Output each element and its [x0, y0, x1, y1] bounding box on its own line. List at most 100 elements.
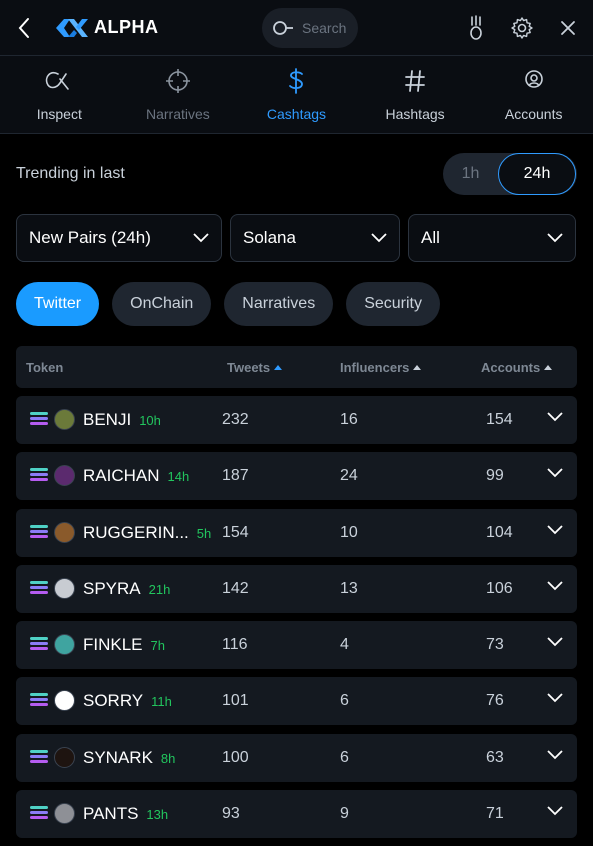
expand-chevron-icon[interactable]: [547, 524, 563, 535]
search-placeholder: Search: [302, 19, 347, 36]
influencers-count: 10: [340, 523, 358, 541]
brand-logo[interactable]: ALPHA: [54, 16, 159, 40]
token-name: SYNARK: [83, 747, 153, 767]
accounts-count: 63: [486, 748, 504, 766]
tab-hashtags[interactable]: Hashtags: [356, 56, 475, 133]
token-age: 10h: [139, 413, 161, 428]
influencers-count: 6: [340, 692, 349, 710]
col-tweets[interactable]: Tweets: [227, 359, 283, 375]
hand-icon[interactable]: [463, 14, 489, 41]
pill-onchain[interactable]: OnChain: [112, 282, 212, 326]
account-icon: [523, 68, 545, 94]
table-row[interactable]: SORRY 11h 101 6 76: [16, 677, 577, 726]
tab-inspect[interactable]: Inspect: [0, 56, 119, 133]
close-icon[interactable]: [555, 15, 581, 41]
table-row[interactable]: RAICHAN 14h 187 24 99: [16, 452, 577, 501]
tweets-count: 154: [222, 523, 249, 541]
back-icon[interactable]: [12, 16, 36, 40]
accounts-count: 154: [486, 411, 513, 428]
expand-chevron-icon[interactable]: [547, 468, 563, 478]
chain-select[interactable]: Solana: [230, 214, 400, 262]
chevron-down-icon: [547, 233, 563, 243]
expand-chevron-icon[interactable]: [547, 637, 563, 647]
token-age: 7h: [150, 638, 165, 654]
expand-chevron-icon[interactable]: [547, 412, 563, 422]
accounts-count: 71: [486, 805, 504, 823]
top-bar: ALPHA Search: [0, 0, 593, 56]
token-age: 13h: [146, 807, 169, 823]
solana-icon: [30, 468, 48, 482]
expand-chevron-icon[interactable]: [547, 693, 563, 703]
token-avatar: [54, 746, 75, 768]
tab-narratives[interactable]: Narratives: [119, 56, 238, 133]
chain-value: Solana: [243, 228, 296, 247]
timeframe-1h[interactable]: 1h: [443, 153, 498, 195]
token-name: SPYRA: [83, 578, 141, 598]
tweets-count: 101: [222, 692, 249, 710]
tab-accounts[interactable]: Accounts: [474, 56, 593, 133]
col-token-label: Token: [26, 359, 64, 375]
token-name: RAICHAN: [83, 466, 160, 486]
col-influencers[interactable]: Influencers: [340, 360, 422, 375]
tab-label: Cashtags: [266, 105, 327, 122]
pill-security[interactable]: Security: [346, 282, 440, 326]
influencers-count: 6: [340, 748, 349, 766]
tweets-count: 142: [222, 579, 249, 597]
token-name: FINKLE: [83, 635, 143, 655]
search-icon: [273, 20, 293, 35]
pair-type-select[interactable]: New Pairs (24h): [16, 214, 222, 262]
accounts-count: 99: [486, 467, 504, 485]
token-age: 8h: [160, 750, 176, 766]
solana-icon: [30, 580, 48, 594]
token-age: 5h: [196, 525, 212, 541]
table-header: Token Tweets Influencers Accounts: [16, 346, 577, 388]
influencers-count: 4: [340, 636, 349, 654]
solana-icon: [30, 749, 48, 763]
influencers-count: 16: [340, 411, 358, 428]
token-name: PANTS: [83, 804, 139, 824]
chevron-down-icon: [193, 233, 209, 243]
col-accounts-label: Accounts: [481, 359, 541, 375]
col-tweets-label: Tweets: [227, 359, 271, 375]
tweets-count: 187: [222, 467, 249, 485]
table-row[interactable]: BENJI 10h 232 16 154: [16, 396, 577, 444]
pair-type-value: New Pairs (24h): [29, 228, 151, 247]
tab-label: Narratives: [145, 105, 210, 122]
dollar-icon: [286, 67, 306, 94]
timeframe-24h[interactable]: 24h: [498, 153, 576, 195]
col-token[interactable]: Token: [26, 360, 63, 375]
tweets-count: 93: [222, 805, 240, 823]
pill-narratives[interactable]: Narratives: [224, 282, 334, 326]
tweets-count: 116: [222, 636, 248, 654]
timeframe-toggle: 1h 24h: [443, 153, 577, 195]
token-avatar: [54, 577, 75, 599]
token-avatar: [54, 465, 75, 487]
accounts-count: 104: [486, 523, 513, 541]
chevron-down-icon: [371, 233, 387, 243]
filter-row: New Pairs (24h) Solana All: [0, 214, 593, 262]
table-row[interactable]: SPYRA 21h 142 13 106: [16, 564, 577, 613]
table-row[interactable]: FINKLE 7h 116 4 73: [16, 621, 577, 670]
gear-icon[interactable]: [509, 15, 535, 41]
table-row[interactable]: PANTS 13h 93 9 71: [16, 790, 577, 839]
table-row[interactable]: SYNARK 8h 100 6 63: [16, 733, 577, 782]
table-row[interactable]: RUGGERIN... 5h 154 10 104: [16, 508, 577, 557]
pill-twitter[interactable]: Twitter: [16, 282, 100, 326]
trending-label: Trending in last: [16, 165, 125, 182]
token-name: SORRY: [83, 691, 144, 711]
search-input[interactable]: Search: [262, 7, 358, 48]
scope-value: All: [421, 228, 440, 247]
expand-chevron-icon[interactable]: [547, 806, 563, 816]
sort-up-icon: [544, 365, 553, 370]
tab-cashtags[interactable]: Cashtags: [237, 56, 356, 133]
token-name: RUGGERIN...: [83, 522, 189, 542]
col-accounts[interactable]: Accounts: [481, 359, 553, 375]
brand-name: ALPHA: [94, 17, 159, 37]
accounts-count: 73: [486, 636, 504, 654]
expand-chevron-icon[interactable]: [547, 750, 563, 760]
main-tabs: Inspect Narratives Cashtags Hashtags Acc…: [0, 56, 593, 134]
token-age: 21h: [148, 581, 171, 597]
scope-select[interactable]: All: [408, 214, 576, 262]
expand-chevron-icon[interactable]: [547, 581, 563, 591]
solana-icon: [30, 637, 48, 651]
